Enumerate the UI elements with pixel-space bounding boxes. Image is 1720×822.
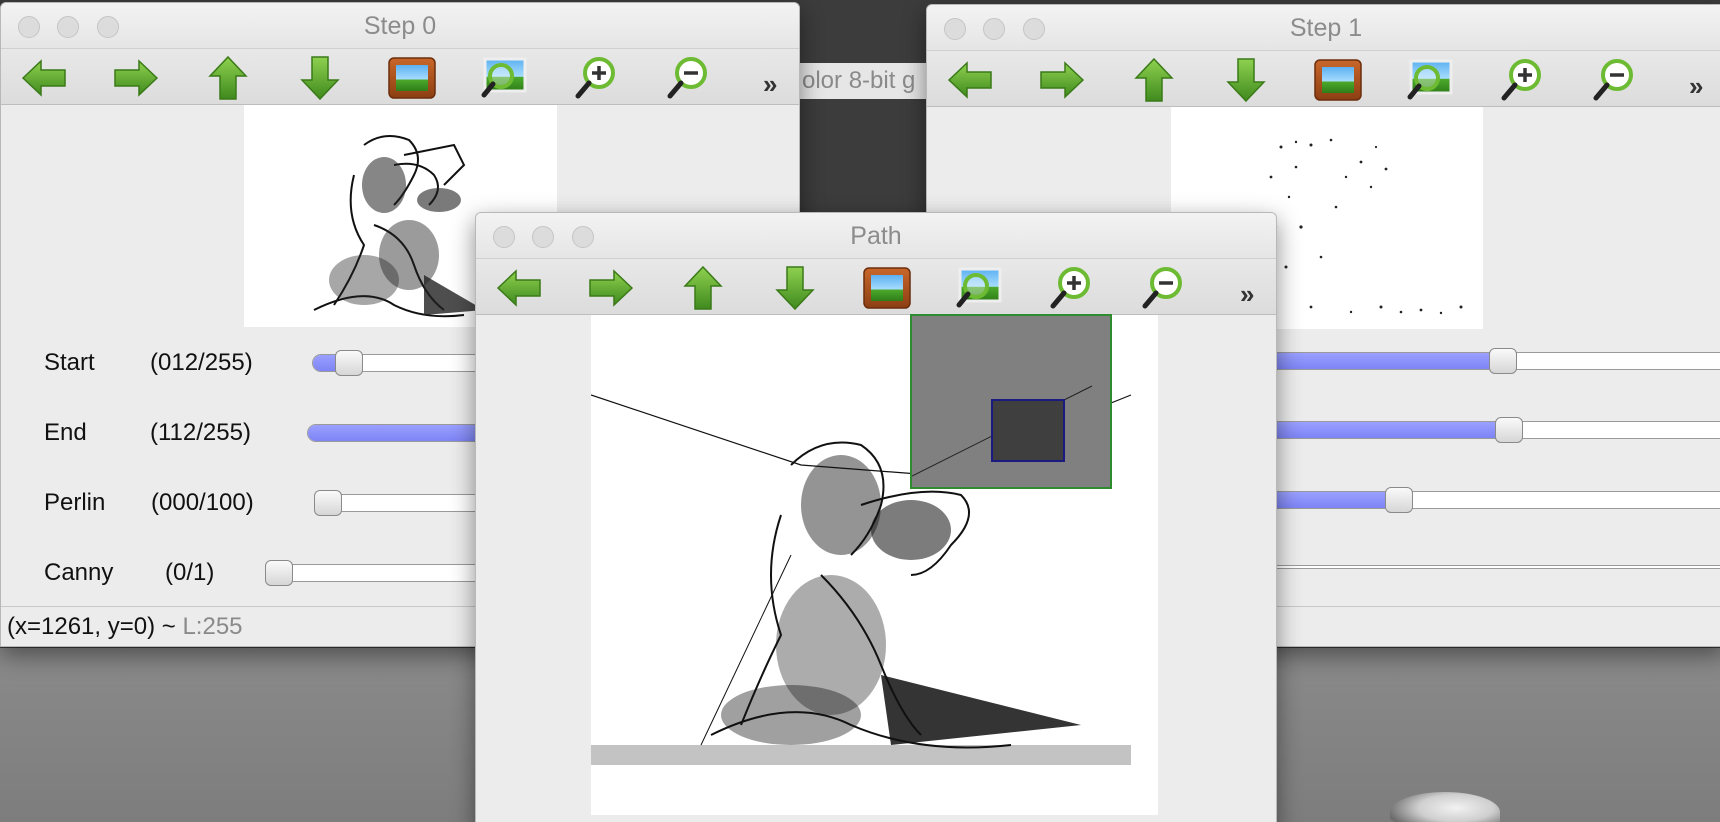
zoom-out-icon[interactable] [1138,265,1188,311]
zoom-in-icon[interactable] [1046,265,1096,311]
titlebar[interactable]: Step 1 [927,5,1720,51]
image-frame-icon[interactable] [1313,57,1363,103]
slider-thumb[interactable] [265,560,293,586]
titlebar[interactable]: Step 0 [1,3,799,49]
arrow-up-icon[interactable] [203,55,253,101]
toolbar-overflow-button[interactable]: » [763,69,778,100]
window-title: Step 1 [1289,14,1363,42]
zoom-out-icon[interactable] [1589,57,1639,103]
arrow-left-icon[interactable] [945,57,995,103]
slider-label: Canny [44,559,114,586]
arrow-down-icon[interactable] [295,55,345,101]
slider-thumb[interactable] [335,350,363,376]
window-title: Path [850,222,902,250]
arrow-down-icon[interactable] [1221,57,1271,103]
image-frame-icon[interactable] [862,265,912,311]
arrow-up-icon[interactable] [678,265,728,311]
slider-thumb[interactable] [314,490,342,516]
window-path: Path » [475,212,1277,822]
toolbar: » [927,51,1720,107]
arrow-left-icon[interactable] [494,265,544,311]
slider-value: (0/1) [165,559,215,586]
toolbar-overflow-button[interactable]: » [1689,71,1704,102]
overview-map[interactable] [910,314,1112,489]
arrow-right-icon[interactable] [586,265,636,311]
arrow-right-icon[interactable] [111,55,161,101]
slider-thumb[interactable] [1495,417,1523,443]
image-frame-icon[interactable] [387,55,437,101]
zoom-out-icon[interactable] [663,55,713,101]
slider-value: (112/255) [150,419,251,446]
toolbar: » [476,259,1276,315]
slider-value: (000/100) [151,489,254,516]
slider-label: End [44,419,87,446]
overview-viewport[interactable] [991,399,1065,462]
zoom-in-icon[interactable] [1497,57,1547,103]
status-coords: (x=1261, y=0) ~ [7,613,176,640]
arrow-left-icon[interactable] [19,55,69,101]
window-title: Step 0 [363,12,437,40]
slider-label: Start [44,349,95,376]
toolbar-overflow-button[interactable]: » [1240,279,1255,310]
toolbar: » [1,49,799,105]
slider-value: (012/255) [150,349,253,376]
slider-label: Perlin [44,489,106,516]
arrow-down-icon[interactable] [770,265,820,311]
zoom-fit-icon[interactable] [954,265,1004,311]
zoom-fit-icon[interactable] [479,55,529,101]
slider-thumb[interactable] [1489,348,1517,374]
titlebar[interactable]: Path [476,213,1276,259]
zoom-in-icon[interactable] [571,55,621,101]
arrow-up-icon[interactable] [1129,57,1179,103]
slider-thumb[interactable] [1385,487,1413,513]
arrow-right-icon[interactable] [1037,57,1087,103]
status-luma: L:255 [182,613,243,640]
zoom-fit-icon[interactable] [1405,57,1455,103]
